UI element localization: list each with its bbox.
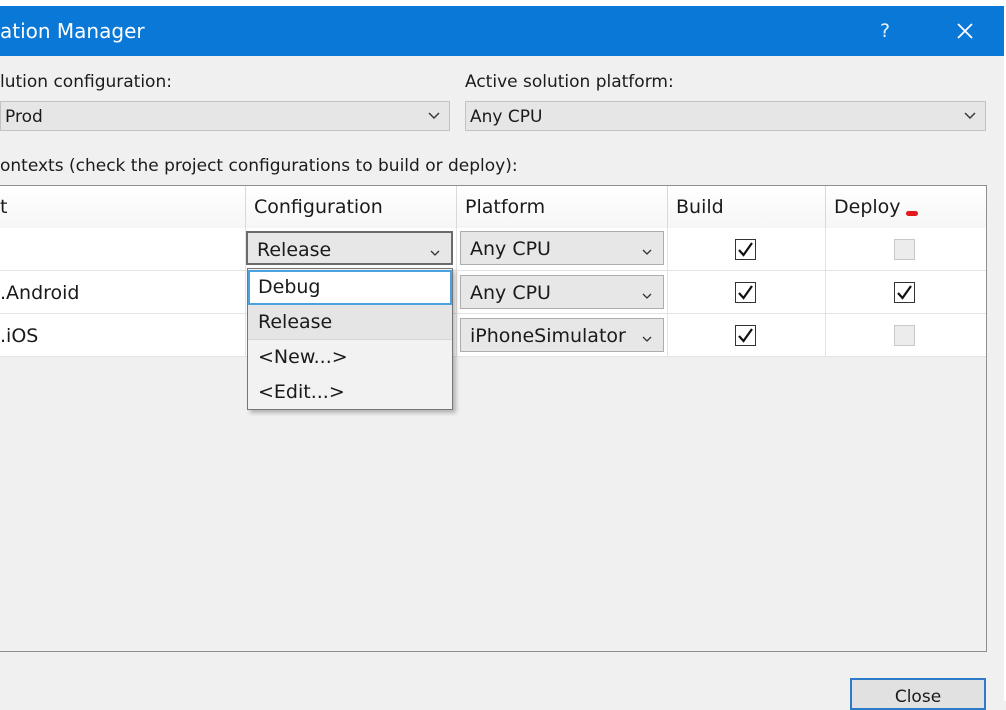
build-checkbox[interactable] (735, 239, 756, 260)
platform-cell: Any CPU (457, 271, 668, 314)
deploy-cell (826, 228, 986, 271)
chevron-down-icon (641, 285, 653, 299)
chevron-down-icon (963, 108, 977, 122)
header-build[interactable]: Build (668, 186, 826, 228)
platform-select[interactable]: iPhoneSimulator (460, 318, 664, 352)
build-checkbox[interactable] (735, 325, 756, 346)
window-title: ation Manager (0, 19, 145, 43)
project-name (0, 228, 246, 271)
configuration-select[interactable]: Release (246, 231, 453, 265)
build-checkbox[interactable] (735, 282, 756, 303)
project-name: .Android (0, 271, 246, 314)
chevron-down-icon (641, 241, 653, 255)
solution-configuration-select[interactable]: Prod (0, 101, 450, 131)
chevron-down-icon (429, 242, 441, 256)
chevron-down-icon (427, 108, 441, 122)
project-name: .iOS (0, 314, 246, 357)
project-contexts-grid: t Configuration Platform Build Deploy Re… (0, 185, 987, 652)
project-contexts-label: ontexts (check the project configuration… (0, 156, 518, 176)
deploy-checkbox[interactable] (894, 282, 915, 303)
solution-platform-label: Active solution platform: (465, 72, 674, 92)
platform-select[interactable]: Any CPU (460, 275, 664, 309)
dropdown-option-new[interactable]: <New...> (248, 340, 452, 375)
deploy-checkbox[interactable] (894, 239, 915, 260)
dropdown-option-debug[interactable]: Debug (248, 270, 452, 305)
header-configuration[interactable]: Configuration (246, 186, 457, 228)
close-button[interactable]: Close (850, 678, 986, 710)
platform-select[interactable]: Any CPU (460, 231, 664, 265)
configuration-value: Release (257, 239, 332, 261)
configuration-cell: Release (246, 228, 457, 271)
build-cell (668, 228, 826, 271)
solution-platform-value: Any CPU (470, 107, 543, 127)
platform-value: Any CPU (470, 238, 551, 260)
dropdown-option-release[interactable]: Release (248, 305, 452, 340)
header-project[interactable]: t (0, 186, 246, 228)
build-cell (668, 271, 826, 314)
deploy-checkbox[interactable] (894, 325, 915, 346)
chevron-down-icon (641, 328, 653, 342)
deploy-cell (826, 271, 986, 314)
table-row: .iOS iPhoneSimulator (0, 314, 986, 357)
solution-configuration-value: Prod (5, 107, 43, 127)
build-cell (668, 314, 826, 357)
table-row: .Android Any CPU (0, 271, 986, 314)
header-deploy[interactable]: Deploy (826, 186, 986, 228)
header-platform[interactable]: Platform (457, 186, 668, 228)
red-annotation-mark (906, 211, 918, 216)
solution-configuration-label: lution configuration: (0, 72, 172, 92)
platform-value: Any CPU (470, 282, 551, 304)
platform-cell: iPhoneSimulator (457, 314, 668, 357)
table-row: Release Any CPU (0, 228, 986, 271)
configuration-dropdown-list: Debug Release <New...> <Edit...> (247, 268, 453, 410)
close-icon[interactable] (946, 12, 984, 50)
title-bar: ation Manager ? (0, 6, 1006, 56)
solution-platform-select[interactable]: Any CPU (465, 101, 986, 131)
deploy-cell (826, 314, 986, 357)
help-button[interactable]: ? (870, 16, 900, 46)
grid-header-row: t Configuration Platform Build Deploy (0, 186, 986, 229)
platform-cell: Any CPU (457, 228, 668, 271)
platform-value: iPhoneSimulator (470, 325, 626, 347)
dropdown-option-edit[interactable]: <Edit...> (248, 375, 452, 410)
